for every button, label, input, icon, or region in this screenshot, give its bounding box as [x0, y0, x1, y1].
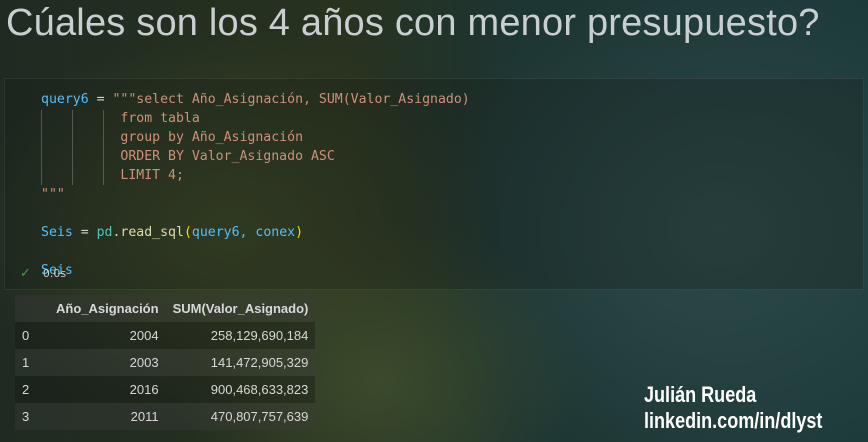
cell-year: 2004	[49, 322, 166, 349]
header-year: Año_Asignación	[49, 295, 166, 322]
check-icon: ✓	[20, 266, 31, 281]
output-table: Año_Asignación SUM(Valor_Asignado) 0 2004…	[15, 295, 316, 430]
code-token: """	[41, 187, 65, 202]
page-title: Cúales son los 4 años con menor presupue…	[6, 2, 820, 44]
code-token: )	[295, 225, 304, 240]
cell-sum: 470,807,757,639	[165, 403, 316, 430]
cell-sum: 258,129,690,184	[165, 322, 316, 349]
execution-time: 0.0s	[42, 267, 67, 280]
code-token: ORDER BY Valor_Asignado ASC	[41, 149, 335, 164]
row-index: 2	[15, 376, 49, 403]
execution-status: ✓ 0.0s	[20, 266, 66, 281]
table-row: 1 2003 141,472,905,329	[15, 349, 316, 376]
row-index: 3	[15, 403, 49, 430]
table-row: 0 2004 258,129,690,184	[15, 322, 316, 349]
code-token: LIMIT 4;	[41, 168, 184, 183]
code-token: .read_sql	[112, 225, 184, 240]
table-row: 2 2016 900,468,633,823	[15, 376, 316, 403]
header-index	[15, 295, 49, 322]
cell-sum: 141,472,905,329	[165, 349, 316, 376]
code-token: group by Año_Asignación	[41, 130, 304, 145]
code-token: query6	[41, 92, 89, 107]
table-row: 3 2011 470,807,757,639	[15, 403, 316, 430]
row-index: 0	[15, 322, 49, 349]
code-token: Seis	[41, 225, 73, 240]
cell-year: 2016	[49, 376, 166, 403]
code-token: pd	[96, 225, 113, 240]
code-token: =	[72, 225, 97, 240]
cell-year: 2003	[49, 349, 166, 376]
code-token: (	[183, 225, 192, 240]
code-token: """select Año_Asignación, SUM(Valor_Asig…	[112, 92, 470, 107]
cell-year: 2011	[49, 403, 166, 430]
code-token: query6, conex	[191, 225, 296, 240]
header-sum: SUM(Valor_Asignado)	[165, 295, 316, 322]
cell-sum: 900,468,633,823	[165, 376, 316, 403]
watermark-link: linkedin.com/in/dlyst	[644, 408, 823, 433]
table-header-row: Año_Asignación SUM(Valor_Asignado)	[15, 295, 316, 322]
code-token: from tabla	[41, 111, 200, 126]
code-editor[interactable]: query6 = """select Año_Asignación, SUM(V…	[41, 90, 470, 280]
code-token: =	[88, 92, 113, 107]
watermark-name: Julián Rueda	[644, 382, 757, 407]
watermark: Julián Rueda linkedin.com/in/dlyst	[644, 382, 822, 434]
row-index: 1	[15, 349, 49, 376]
